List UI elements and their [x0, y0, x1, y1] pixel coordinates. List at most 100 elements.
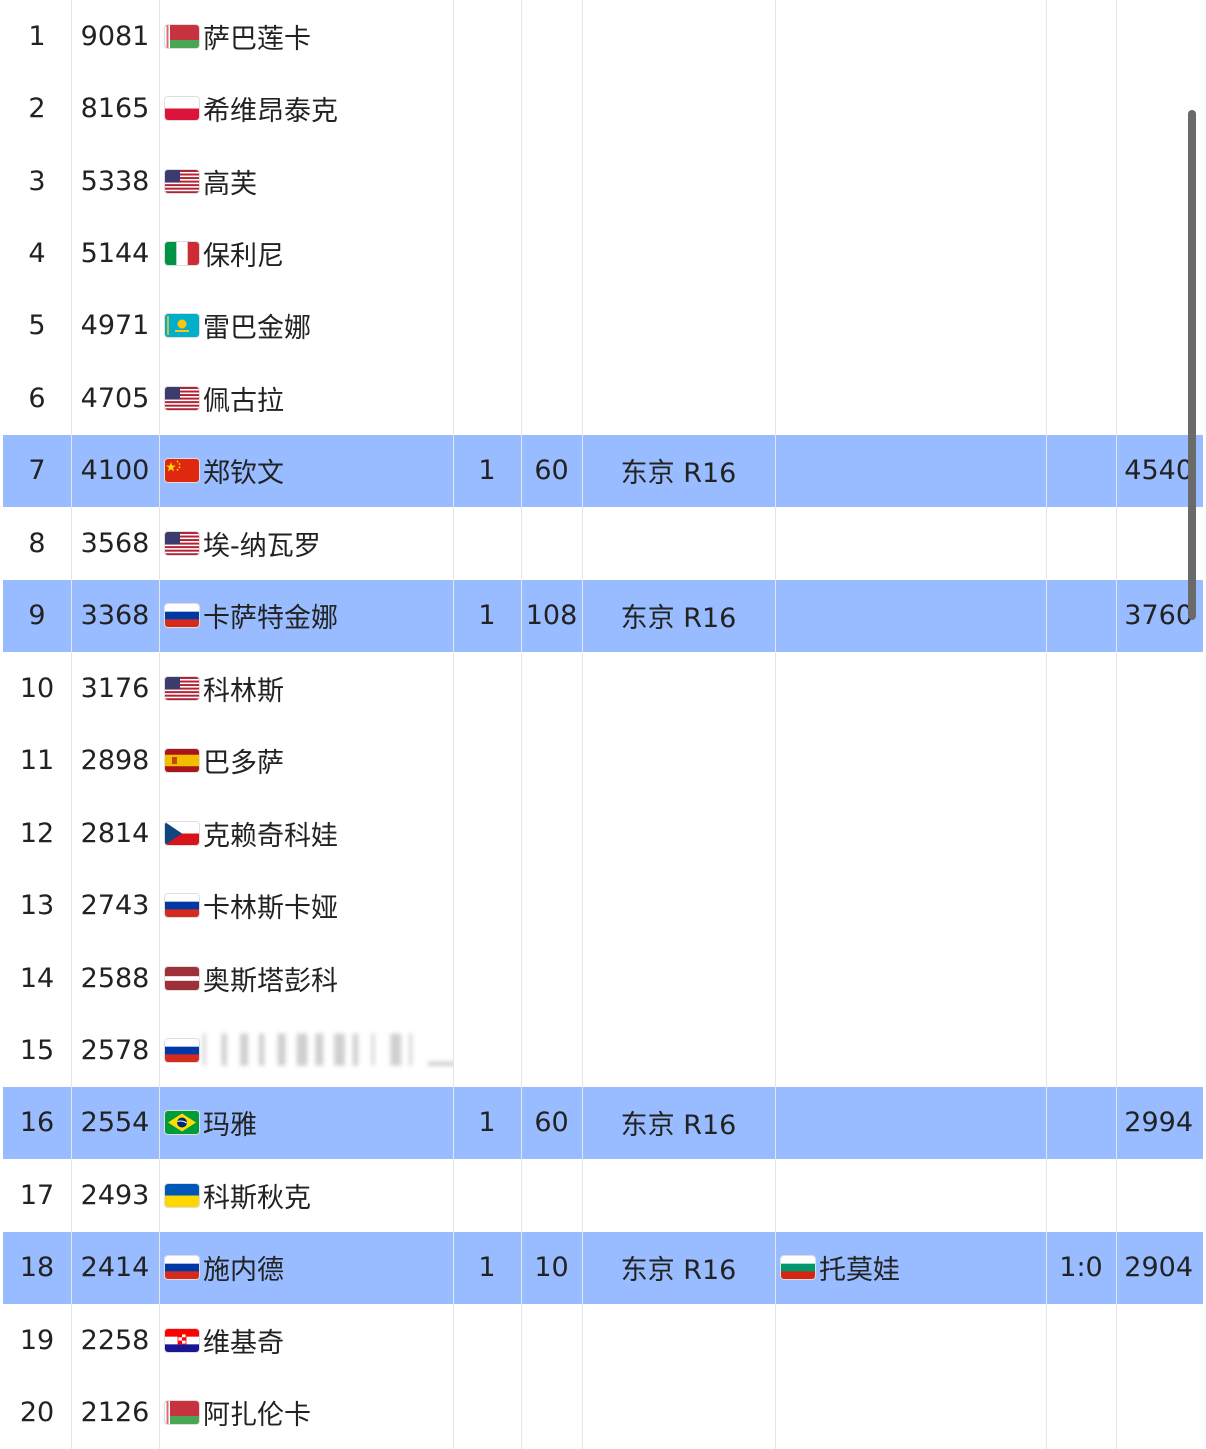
rank-cell: 15	[3, 1014, 71, 1086]
opponent-cell	[775, 942, 1046, 1014]
score-cell	[1046, 217, 1116, 289]
player-name: 卡林斯卡娅	[203, 893, 338, 925]
table-row[interactable]: 19 2258 维基奇	[3, 1304, 1203, 1377]
points-cell: 2414	[71, 1232, 159, 1304]
latvia-flag-icon	[165, 966, 199, 990]
player-name: 佩古拉	[203, 385, 284, 417]
added-points-cell	[521, 652, 582, 724]
player-cell[interactable]: 奥斯塔彭科	[159, 942, 453, 1014]
player-cell[interactable]: 科林斯	[159, 652, 453, 724]
table-row[interactable]: 7 4100 郑钦文 1 60 东京 R16 4540	[3, 434, 1203, 508]
player-cell[interactable]: 维基奇	[159, 1304, 453, 1376]
belarus-flag-icon	[165, 1401, 199, 1425]
poland-flag-icon	[165, 97, 199, 121]
player-cell[interactable]: 佩古拉	[159, 362, 453, 434]
added-points-cell: 10	[521, 1232, 582, 1304]
points-value: 4100	[80, 455, 150, 487]
tournaments-value: 1	[478, 600, 496, 632]
opponent-cell	[775, 797, 1046, 869]
table-row[interactable]: 4 5144 保利尼	[3, 217, 1203, 290]
player-cell[interactable]: 施内德	[159, 1232, 453, 1304]
player-name: 希维昂泰克	[203, 96, 338, 128]
column-divider	[1116, 0, 1117, 1449]
added-points-cell	[521, 362, 582, 434]
player-cell[interactable]: 卡萨特金娜	[159, 580, 453, 652]
points-value: 2554	[80, 1107, 150, 1139]
table-row[interactable]: 1 9081 萨巴莲卡	[3, 0, 1203, 73]
points-cell: 4971	[71, 290, 159, 362]
brazil-flag-icon	[165, 1111, 199, 1135]
usa-flag-icon	[165, 386, 199, 410]
rank-value: 9	[28, 600, 46, 632]
table-row[interactable]: 2 8165 希维昂泰克	[3, 72, 1203, 145]
rank-value: 16	[19, 1107, 55, 1139]
player-cell[interactable]: 卡林斯卡娅	[159, 869, 453, 941]
tournaments-cell	[453, 1304, 521, 1376]
tournaments-cell	[453, 1377, 521, 1449]
event-cell	[582, 1014, 775, 1086]
table-row[interactable]: 12 2814 克赖奇科娃	[3, 796, 1203, 870]
table-row[interactable]: 20 2126 阿扎伦卡	[3, 1376, 1203, 1449]
score-cell	[1046, 362, 1116, 434]
points-value: 3368	[80, 600, 150, 632]
player-cell[interactable]: 萨巴莲卡	[159, 0, 453, 72]
table-row[interactable]: 16 2554 玛雅 1 60 东京 R16 2994	[3, 1086, 1203, 1160]
player-cell[interactable]: ▏▎▍▎▍▌▍▌▎▏▌▏▁▁	[159, 1014, 453, 1086]
points-cell: 4705	[71, 362, 159, 434]
player-name: 科林斯	[203, 675, 284, 707]
points-cell: 2898	[71, 725, 159, 797]
table-row[interactable]: 5 4971 雷巴金娜	[3, 289, 1203, 363]
event-cell	[582, 869, 775, 941]
player-cell[interactable]: 玛雅	[159, 1087, 453, 1159]
score-cell	[1046, 797, 1116, 869]
rank-value: 7	[28, 455, 46, 487]
event-cell	[582, 652, 775, 724]
table-row[interactable]: 14 2588 奥斯塔彭科	[3, 941, 1203, 1015]
column-divider	[1046, 0, 1047, 1449]
table-row[interactable]: 10 3176 科林斯	[3, 652, 1203, 725]
opponent-cell	[775, 0, 1046, 72]
table-row[interactable]: 3 5338 高芙	[3, 144, 1203, 218]
table-row[interactable]: 6 4705 佩古拉	[3, 362, 1203, 435]
added-points-cell	[521, 1304, 582, 1376]
player-cell[interactable]: 巴多萨	[159, 725, 453, 797]
score-cell	[1046, 145, 1116, 217]
table-row[interactable]: 11 2898 巴多萨	[3, 724, 1203, 797]
table-row[interactable]: 8 3568 埃-纳瓦罗	[3, 507, 1203, 580]
player-cell[interactable]: 科斯秋克	[159, 1159, 453, 1231]
belarus-flag-icon	[165, 24, 199, 48]
vertical-scrollbar[interactable]	[1188, 110, 1196, 620]
added-points-cell: 60	[521, 1087, 582, 1159]
score-cell	[1046, 1087, 1116, 1159]
player-cell[interactable]: 保利尼	[159, 217, 453, 289]
live-points-cell: 2904	[1116, 1232, 1203, 1304]
added-points-cell	[521, 1159, 582, 1231]
tournaments-cell	[453, 942, 521, 1014]
player-cell[interactable]: 希维昂泰克	[159, 72, 453, 144]
score-cell	[1046, 72, 1116, 144]
kazakhstan-flag-icon	[165, 314, 199, 338]
points-value: 2814	[80, 817, 150, 849]
rank-value: 4	[28, 238, 46, 270]
table-row[interactable]: 9 3368 卡萨特金娜 1 108 东京 R16 3760	[3, 579, 1203, 652]
added-points-cell	[521, 72, 582, 144]
player-cell[interactable]: 埃-纳瓦罗	[159, 507, 453, 579]
points-value: 8165	[80, 93, 150, 125]
table-row[interactable]: 18 2414 施内德 1 10 东京 R16 托莫娃 1:0 2904	[3, 1231, 1203, 1305]
player-cell[interactable]: 郑钦文	[159, 435, 453, 507]
player-cell[interactable]: 阿扎伦卡	[159, 1377, 453, 1449]
player-cell[interactable]: 高芙	[159, 145, 453, 217]
tournaments-cell: 1	[453, 435, 521, 507]
player-name: 巴多萨	[203, 748, 284, 780]
live-points-value: 4540	[1124, 455, 1193, 487]
event-cell	[582, 1304, 775, 1376]
table-row[interactable]: 13 2743 卡林斯卡娅	[3, 869, 1203, 942]
rank-value: 12	[19, 817, 55, 849]
table-row[interactable]: 17 2493 科斯秋克	[3, 1159, 1203, 1232]
spain-flag-icon	[165, 749, 199, 773]
player-cell[interactable]: 克赖奇科娃	[159, 797, 453, 869]
player-cell[interactable]: 雷巴金娜	[159, 290, 453, 362]
rank-value: 19	[19, 1324, 55, 1356]
table-row[interactable]: 15 2578 ▏▎▍▎▍▌▍▌▎▏▌▏▁▁	[3, 1014, 1203, 1087]
opponent-cell	[775, 362, 1046, 434]
